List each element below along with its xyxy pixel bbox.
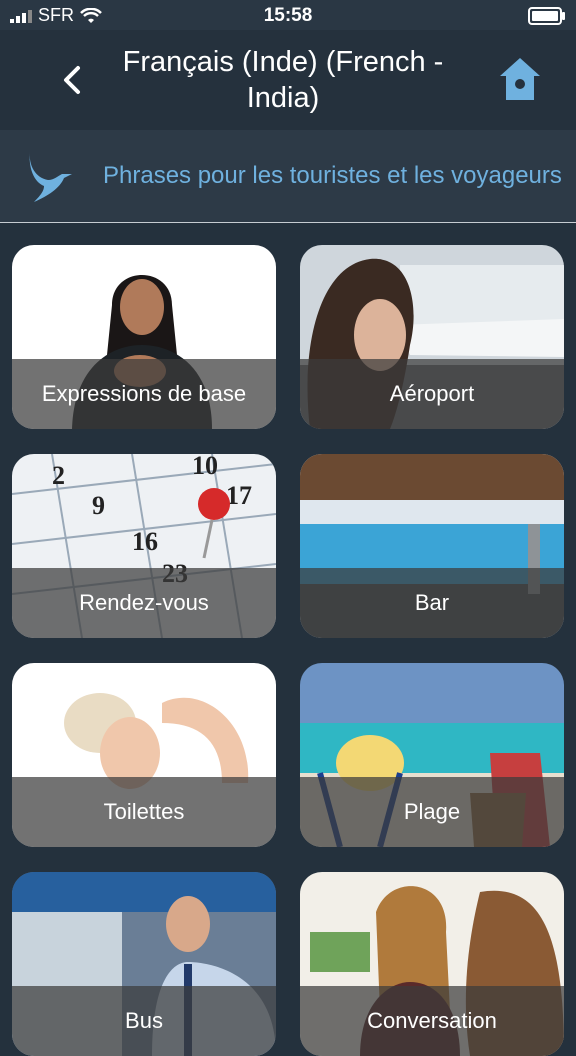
category-label: Bar [414, 590, 450, 615]
category-subtitle: Phrases pour les touristes et les voyage… [103, 162, 562, 189]
category-card-conversation[interactable]: Conversation [300, 872, 564, 1056]
category-label: Rendez-vous [79, 590, 209, 615]
category-card-aeroport[interactable]: Aéroport [300, 245, 564, 429]
category-card-bar[interactable]: Bar [300, 454, 564, 638]
category-label: Toilettes [103, 799, 185, 824]
birdhouse-icon[interactable] [498, 56, 542, 104]
battery-icon [528, 7, 565, 25]
category-card-bus[interactable]: Bus [12, 872, 276, 1056]
svg-text:10: 10 [192, 454, 218, 480]
category-grid: Expressions de base Aéroport 2 9 16 10 1… [0, 222, 576, 1056]
navigation-bar: Français (Inde) (French - India) [0, 30, 576, 130]
category-card-toilettes[interactable]: Toilettes [12, 663, 276, 847]
category-label: Expressions de base [41, 381, 247, 406]
clock: 15:58 [263, 5, 313, 26]
category-label: Bus [125, 1008, 163, 1033]
svg-text:9: 9 [92, 491, 105, 520]
chevron-left-icon[interactable] [54, 60, 94, 100]
category-label: Conversation [367, 1008, 497, 1033]
bird-logo-icon [29, 150, 72, 202]
category-label: Plage [403, 799, 461, 824]
category-card-expressions-de-base[interactable]: Expressions de base [12, 245, 276, 429]
section-header: Phrases pour les touristes et les voyage… [0, 130, 576, 223]
page-title-line1: Français (Inde) (French - [122, 46, 444, 78]
category-label: Aéroport [389, 381, 475, 406]
svg-text:16: 16 [132, 527, 158, 556]
status-bar: SFR 15:58 [0, 0, 576, 30]
category-card-plage[interactable]: Plage [300, 663, 564, 847]
svg-text:2: 2 [52, 461, 65, 490]
page-title: Français (Inde) (French - India) [110, 44, 456, 116]
category-card-rendez-vous[interactable]: 2916 101723 Rendez-vous [12, 454, 276, 638]
page-title-line2: India) [246, 82, 320, 114]
